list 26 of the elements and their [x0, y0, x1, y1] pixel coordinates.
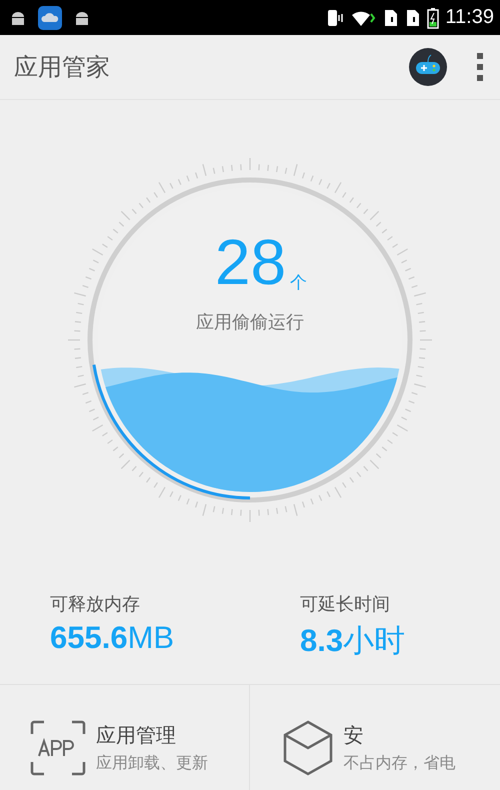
feature-tile[interactable]: 应用管理 应用卸载、更新 [0, 685, 248, 790]
tile-title: 安 [344, 722, 364, 748]
feature-tile[interactable]: 安 不占内存，省电 [248, 685, 500, 790]
sim-card-icon [383, 8, 400, 28]
hexagon-icon [282, 720, 334, 776]
cloud-icon [38, 6, 62, 30]
gauge-caption: 应用偷偷运行 [196, 311, 304, 334]
stat-value: 655.6 [50, 620, 128, 656]
stat-value: 8.3 [300, 623, 344, 659]
clock-time: 11:39 [445, 6, 494, 29]
running-app-count: 28 [214, 230, 286, 294]
app-title: 应用管家 [14, 52, 111, 83]
stat-label: 可延长时间 [300, 593, 391, 616]
stat-unit: MB [128, 620, 174, 656]
phone-vibrate-icon [325, 8, 346, 28]
tile-title: 应用管理 [96, 722, 177, 748]
gamepad-icon[interactable] [408, 47, 448, 87]
tile-subtitle: 不占内存，省电 [344, 752, 456, 774]
battery-charging-icon [427, 6, 440, 28]
tile-subtitle: 应用卸载、更新 [96, 752, 208, 774]
stat-label: 可释放内存 [50, 593, 141, 616]
sim-card-icon [405, 8, 422, 28]
app-frame-icon [30, 720, 86, 776]
stat-unit: 小时 [343, 622, 406, 660]
count-unit: 个 [290, 272, 308, 294]
more-menu-icon[interactable] [476, 52, 484, 82]
